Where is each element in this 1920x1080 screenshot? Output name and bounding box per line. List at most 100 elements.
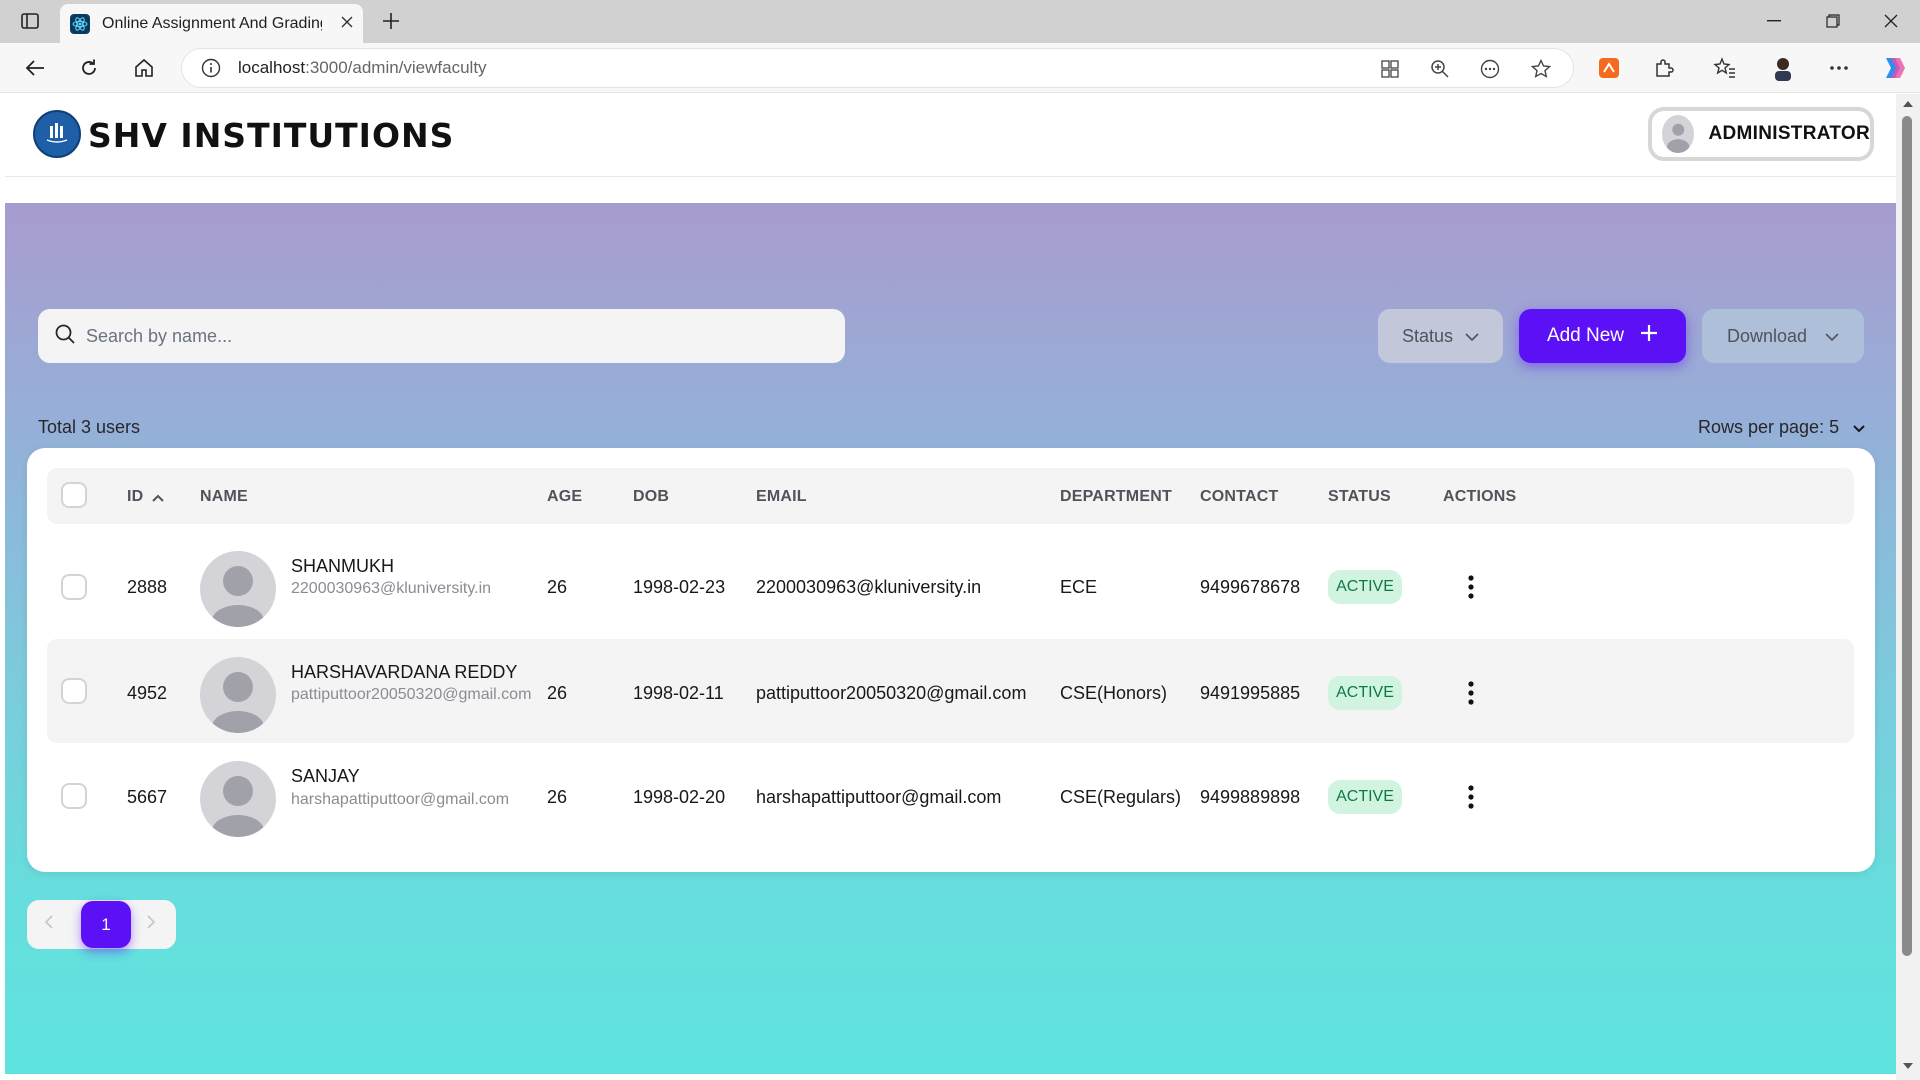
minimize-icon[interactable] <box>1759 8 1789 34</box>
table-header: ID NAME AGE DOB EMAIL DEPARTMENT CONTACT… <box>47 468 1854 524</box>
row-age: 26 <box>547 577 568 597</box>
row-id: 2888 <box>127 577 168 597</box>
user-avatar-icon <box>1662 115 1695 153</box>
add-new-button[interactable]: Add New <box>1519 309 1686 363</box>
row-email: pattiputtoor20050320@gmail.com <box>756 683 1027 703</box>
rows-per-page-label: Rows per page: 5 <box>1698 417 1840 437</box>
chevron-right-icon[interactable] <box>147 913 156 934</box>
scroll-up-icon[interactable] <box>1902 100 1914 108</box>
tab-title: Online Assignment And Grading S <box>102 14 322 32</box>
column-header-actions: ACTIONS <box>1443 488 1517 505</box>
row-email: harshapattiputtoor@gmail.com <box>756 787 1002 807</box>
chevron-down-icon <box>1465 326 1479 347</box>
favorites-icon[interactable] <box>1712 55 1738 81</box>
column-header-id[interactable]: ID <box>127 488 143 506</box>
row-dob: 1998-02-23 <box>633 577 726 597</box>
column-header-department: DEPARTMENT <box>1060 488 1172 505</box>
add-new-label: Add New <box>1546 325 1625 346</box>
row-name-email: pattiputtoor20050320@gmail.com <box>291 686 532 703</box>
profile-avatar-icon[interactable] <box>1770 55 1796 81</box>
pagination: 1 <box>27 900 176 949</box>
row-name: SANJAY <box>291 766 360 786</box>
react-icon <box>70 13 90 34</box>
tab-actions-icon[interactable] <box>18 10 42 32</box>
url-path: :3000/admin/viewfaculty <box>305 58 487 77</box>
column-header-name: NAME <box>200 488 248 505</box>
column-header-status: STATUS <box>1328 488 1391 505</box>
row-checkbox[interactable] <box>61 783 87 809</box>
user-role-label: ADMINISTRATOR <box>1708 123 1870 144</box>
row-contact: 9499889898 <box>1200 787 1301 807</box>
row-actions-menu-icon[interactable] <box>1461 782 1481 812</box>
table-row[interactable]: 5667 SANJAY harshapattiputtoor@gmail.com… <box>47 744 1854 848</box>
search-input[interactable] <box>86 325 786 347</box>
logo-icon <box>33 110 81 158</box>
download-button[interactable]: Download <box>1702 309 1864 363</box>
url-text: localhost:3000/admin/viewfaculty <box>238 58 487 78</box>
row-checkbox[interactable] <box>61 678 87 704</box>
row-email: 2200030963@kluniversity.in <box>756 577 982 597</box>
more-menu-icon[interactable] <box>1826 55 1852 81</box>
browser-tab[interactable]: Online Assignment And Grading S <box>60 4 363 43</box>
extensions-puzzle-icon[interactable] <box>1651 55 1677 81</box>
copilot-icon[interactable] <box>1880 55 1906 81</box>
plus-icon <box>1640 324 1658 348</box>
site-info-icon[interactable] <box>200 57 222 79</box>
avatar-icon <box>200 657 276 733</box>
user-menu-button[interactable]: ADMINISTRATOR <box>1648 107 1874 161</box>
status-filter-button[interactable]: Status <box>1378 309 1503 363</box>
apps-icon[interactable] <box>1378 57 1402 81</box>
zoom-icon[interactable] <box>1428 57 1452 81</box>
extension-orange-icon[interactable] <box>1596 55 1622 81</box>
back-icon[interactable] <box>22 55 48 81</box>
column-header-age: AGE <box>547 488 583 505</box>
total-users-count: Total 3 users <box>38 417 141 437</box>
row-id: 4952 <box>127 683 168 703</box>
favorite-star-icon[interactable] <box>1529 57 1553 81</box>
search-icon <box>54 323 76 350</box>
row-age: 26 <box>547 683 568 703</box>
browser-address-bar: localhost:3000/admin/viewfaculty <box>0 43 1920 93</box>
table-row[interactable]: 2888 SHANMUKH 2200030963@kluniversity.in… <box>47 535 1854 639</box>
row-department: ECE <box>1060 577 1098 597</box>
brand-title: SHV INSTITUTIONS <box>88 116 455 155</box>
reload-icon[interactable] <box>76 55 102 81</box>
row-actions-menu-icon[interactable] <box>1461 572 1481 602</box>
column-header-dob: DOB <box>633 488 670 505</box>
new-tab-icon[interactable] <box>378 8 404 34</box>
chevron-left-icon[interactable] <box>44 913 53 934</box>
status-badge: ACTIVE <box>1328 676 1402 710</box>
home-icon[interactable] <box>131 55 157 81</box>
select-all-checkbox[interactable] <box>61 482 87 508</box>
table-row[interactable]: 4952 HARSHAVARDANA REDDY pattiputtoor200… <box>47 639 1854 743</box>
status-badge: ACTIVE <box>1328 570 1402 604</box>
row-department: CSE(Regulars) <box>1060 787 1182 807</box>
close-window-icon[interactable] <box>1876 8 1906 34</box>
rows-per-page-select[interactable]: Rows per page: 5 <box>1698 417 1865 438</box>
app-page: SHV INSTITUTIONS ADMINISTRATOR Status Ad… <box>5 94 1896 1074</box>
search-bar[interactable] <box>38 309 845 363</box>
main-content: Status Add New Download Total 3 users Ro… <box>5 203 1896 1074</box>
users-table: ID NAME AGE DOB EMAIL DEPARTMENT CONTACT… <box>27 448 1875 872</box>
status-badge: ACTIVE <box>1328 780 1402 814</box>
browser-tab-bar: Online Assignment And Grading S <box>0 0 1920 43</box>
row-dob: 1998-02-11 <box>633 683 724 703</box>
row-name-email: harshapattiputtoor@gmail.com <box>291 791 510 808</box>
row-dob: 1998-02-20 <box>633 787 726 807</box>
download-label: Download <box>1726 325 1808 346</box>
row-actions-menu-icon[interactable] <box>1461 678 1481 708</box>
row-checkbox[interactable] <box>61 574 87 600</box>
row-department: CSE(Honors) <box>1060 683 1168 703</box>
sort-ascending-icon[interactable] <box>152 489 164 507</box>
chevron-down-icon <box>1825 326 1839 347</box>
scroll-down-icon[interactable] <box>1902 1062 1914 1070</box>
scrollbar-thumb[interactable] <box>1902 116 1912 956</box>
more-tools-icon[interactable] <box>1478 57 1502 81</box>
page-button-current[interactable]: 1 <box>81 901 131 948</box>
column-header-email: EMAIL <box>756 488 807 505</box>
url-host: localhost <box>238 58 306 77</box>
url-bar[interactable]: localhost:3000/admin/viewfaculty <box>181 48 1574 88</box>
close-tab-icon[interactable] <box>341 15 353 33</box>
restore-icon[interactable] <box>1818 8 1848 34</box>
page-scrollbar[interactable] <box>1896 94 1920 1080</box>
